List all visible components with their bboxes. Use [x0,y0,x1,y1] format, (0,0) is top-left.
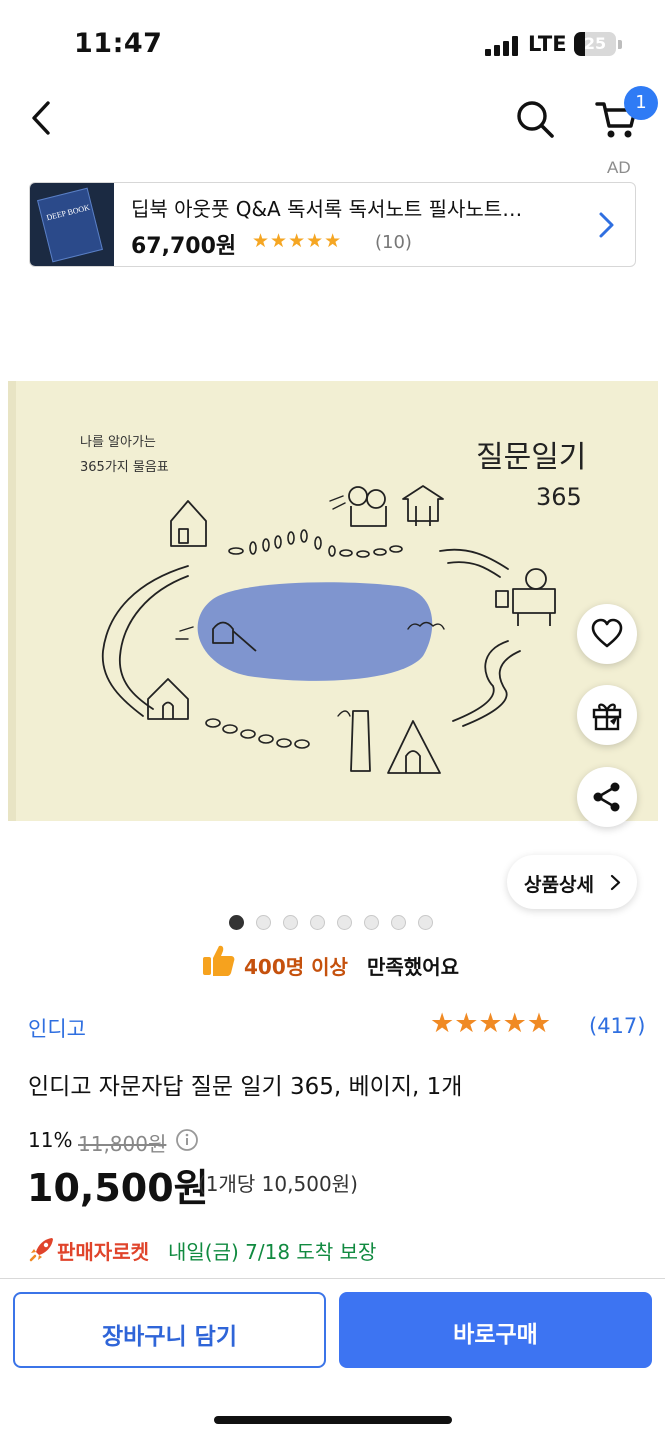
battery-level: 25 [583,34,607,53]
original-price: 11,800원 [78,1132,167,1156]
battery-cap [618,40,622,49]
rating-stars: ★★★★★ [430,1008,552,1039]
back-button[interactable] [22,98,62,138]
carousel-dot[interactable] [310,915,325,930]
chevron-right-icon [610,874,621,891]
home-indicator[interactable] [214,1416,452,1424]
product-detail-button[interactable]: 상품상세 [507,855,637,909]
seller-rocket-badge: 판매자로켓 [57,1240,149,1264]
search-icon [517,101,554,138]
product-detail-label: 상품상세 [524,874,594,896]
buy-now-button[interactable]: 바로구매 [339,1292,652,1368]
add-to-cart-label: 장바구니 담기 [102,1324,237,1350]
cover-number: 365 [536,483,582,511]
ad-banner[interactable]: DEEP BOOK 딥북 아웃풋 Q&A 독서록 독서노트 필사노트… 67,7… [29,182,636,267]
ad-title: 딥북 아웃풋 Q&A 독서록 독서노트 필사노트… [131,197,523,221]
unit-price: (1개당 10,500원) [198,1172,358,1196]
status-time: 11:47 [74,28,163,59]
add-to-cart-button[interactable]: 장바구니 담기 [13,1292,326,1368]
info-icon[interactable] [175,1128,199,1152]
wishlist-button[interactable] [577,604,637,664]
ad-thumbnail: DEEP BOOK [30,183,114,266]
ad-price: 67,700원 [131,234,237,259]
gift-button[interactable] [577,685,637,745]
carousel-dot[interactable] [229,915,244,930]
cover-title: 질문일기 [476,440,586,475]
gift-icon [592,703,622,731]
discount-rate: 11% [28,1128,73,1152]
share-icon [593,782,620,812]
carousel-dot[interactable] [418,915,433,930]
carousel-dot[interactable] [337,915,352,930]
brand-link[interactable]: 인디고 [28,1013,86,1043]
chevron-left-icon [32,101,50,135]
cover-illustration: 나를 알아가는 365가지 물음표 질문일기 365 [8,381,658,821]
search-button[interactable] [514,98,556,140]
book-image: DEEP BOOK [37,187,103,263]
signal-icon [485,36,519,56]
ad-label: AD [607,158,631,177]
carousel-dot[interactable] [256,915,271,930]
carousel-dot[interactable] [391,915,406,930]
chevron-right-icon [599,212,614,238]
cart-count-badge: 1 [624,86,658,120]
status-bar: 11:47 LTE 25 [0,0,665,88]
share-button[interactable] [577,767,637,827]
ad-review-count: (10) [375,232,412,253]
ad-thumb-text: DEEP BOOK [45,202,91,223]
satisfaction-count: 400명 이상 [244,955,348,979]
network-type: LTE [528,32,567,56]
thumbs-up-icon [203,945,235,976]
carousel-dot[interactable] [364,915,379,930]
review-count-link[interactable]: (417) [589,1014,645,1038]
buy-now-label: 바로구매 [453,1322,538,1348]
cover-tagline-2: 365가지 물음표 [80,460,169,475]
product-title: 인디고 자문자답 질문 일기 365, 베이지, 1개 [28,1074,463,1100]
satisfaction-text: 만족했어요 [367,955,459,979]
heart-icon [591,618,623,648]
carousel-dot[interactable] [283,915,298,930]
ad-rating-stars: ★★★★★ [252,230,343,252]
product-image[interactable]: 나를 알아가는 365가지 물음표 질문일기 365 [8,381,658,821]
rocket-icon [29,1238,53,1262]
battery-icon: 25 [574,32,616,56]
sale-price: 10,500원 [27,1166,209,1210]
cover-tagline-1: 나를 알아가는 [80,435,156,450]
delivery-info: 내일(금) 7/18 도착 보장 [168,1240,377,1264]
